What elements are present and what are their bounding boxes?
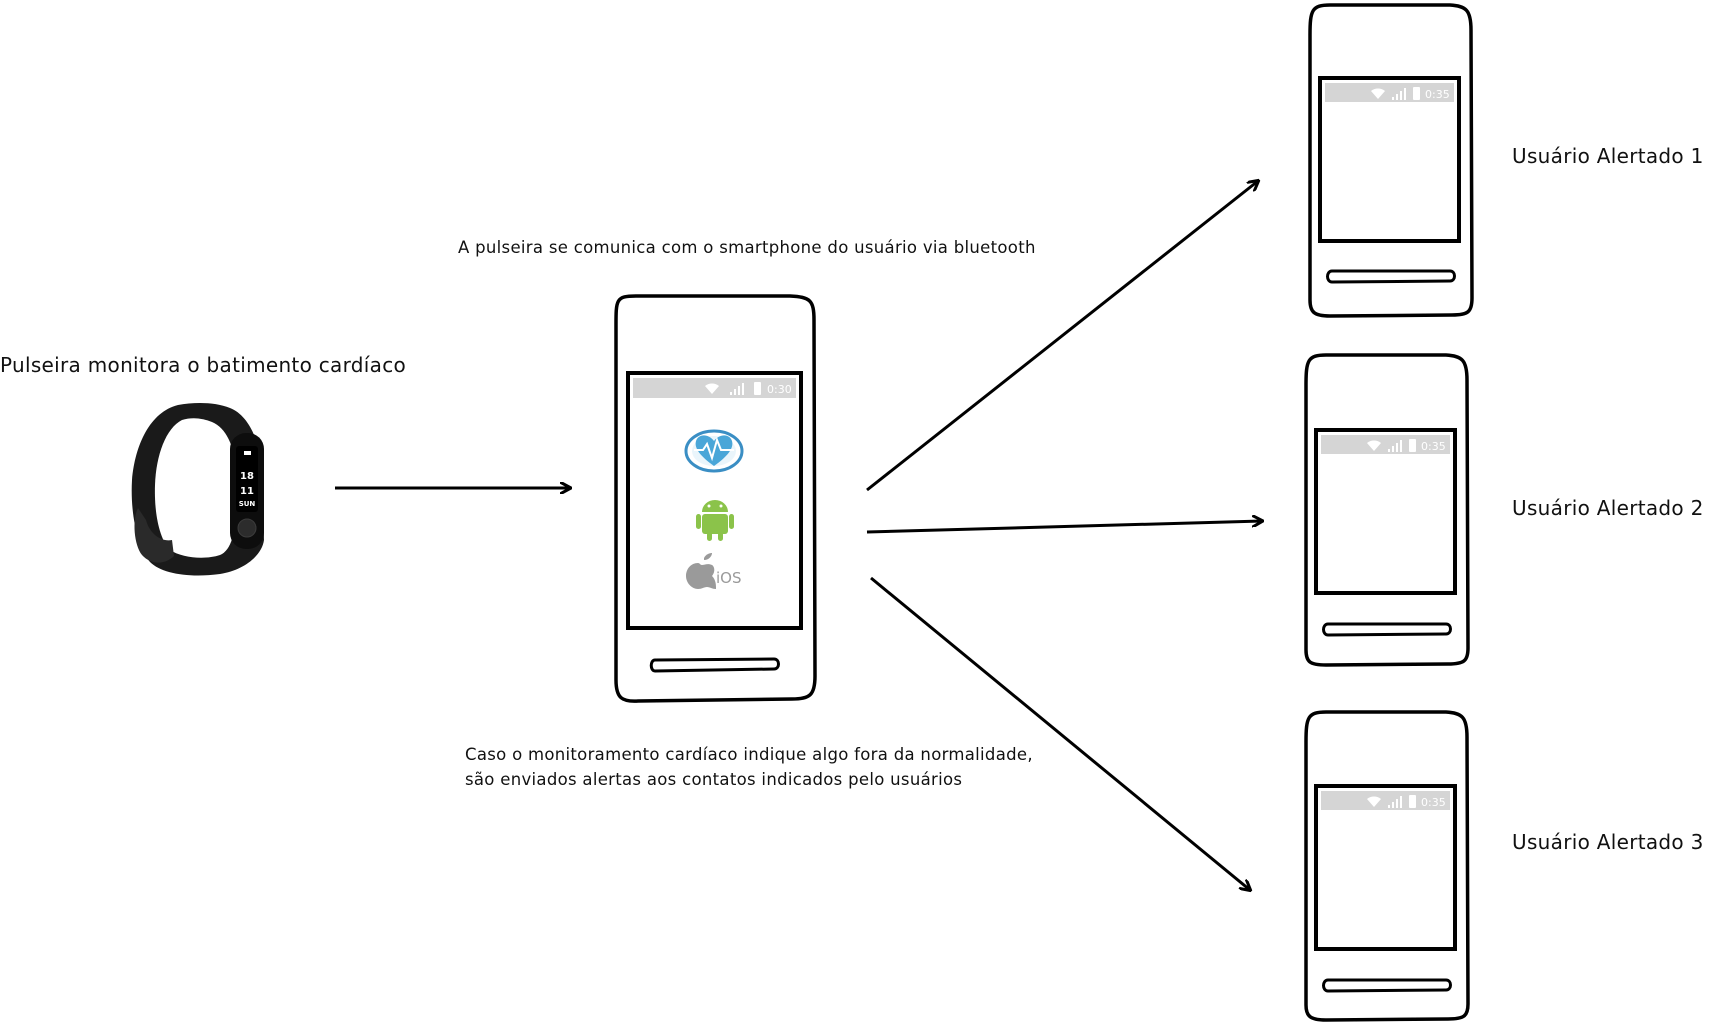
user-1-label: Usuário Alertado 1 [1512, 144, 1704, 168]
recipient-phone-2: 0:35 [1304, 353, 1470, 667]
recipient-1-status-time: 0:35 [1425, 88, 1450, 101]
bluetooth-caption: A pulseira se comunica com o smartphone … [458, 238, 1036, 257]
recipient-phone-1: 0:35 [1308, 3, 1474, 318]
recipient-2-status-time: 0:35 [1421, 440, 1446, 453]
user-3-label: Usuário Alertado 3 [1512, 830, 1704, 854]
main-phone-status-time: 0:30 [767, 383, 792, 396]
wristband-display-line1: 18 [240, 471, 254, 482]
wristband-display-line3: SUN [239, 500, 256, 508]
wristband-display-line2: 11 [240, 486, 254, 497]
main-smartphone: 0:30 iOS [614, 294, 817, 703]
diagram-canvas: 18 11 SUN 0:30 iOS 0:35 0:35 0:35 [131, 3, 1474, 1022]
heart-app-icon [684, 429, 744, 473]
recipient-3-status-time: 0:35 [1421, 796, 1446, 809]
wristband-caption: Pulseira monitora o batimento cardíaco [0, 353, 407, 377]
recipient-phone-3: 0:35 [1304, 710, 1470, 1022]
wristband-image: 18 11 SUN [131, 403, 264, 576]
user-2-label: Usuário Alertado 2 [1512, 496, 1704, 520]
arrow-to-user-3 [870, 576, 1250, 890]
arrow-to-user-1 [866, 181, 1258, 492]
alert-caption-line2: são enviados alertas aos contatos indica… [465, 770, 963, 789]
alert-caption-line1: Caso o monitoramento cardíaco indique al… [465, 745, 1033, 764]
ios-label: iOS [716, 569, 742, 587]
arrow-to-user-2 [866, 521, 1262, 534]
